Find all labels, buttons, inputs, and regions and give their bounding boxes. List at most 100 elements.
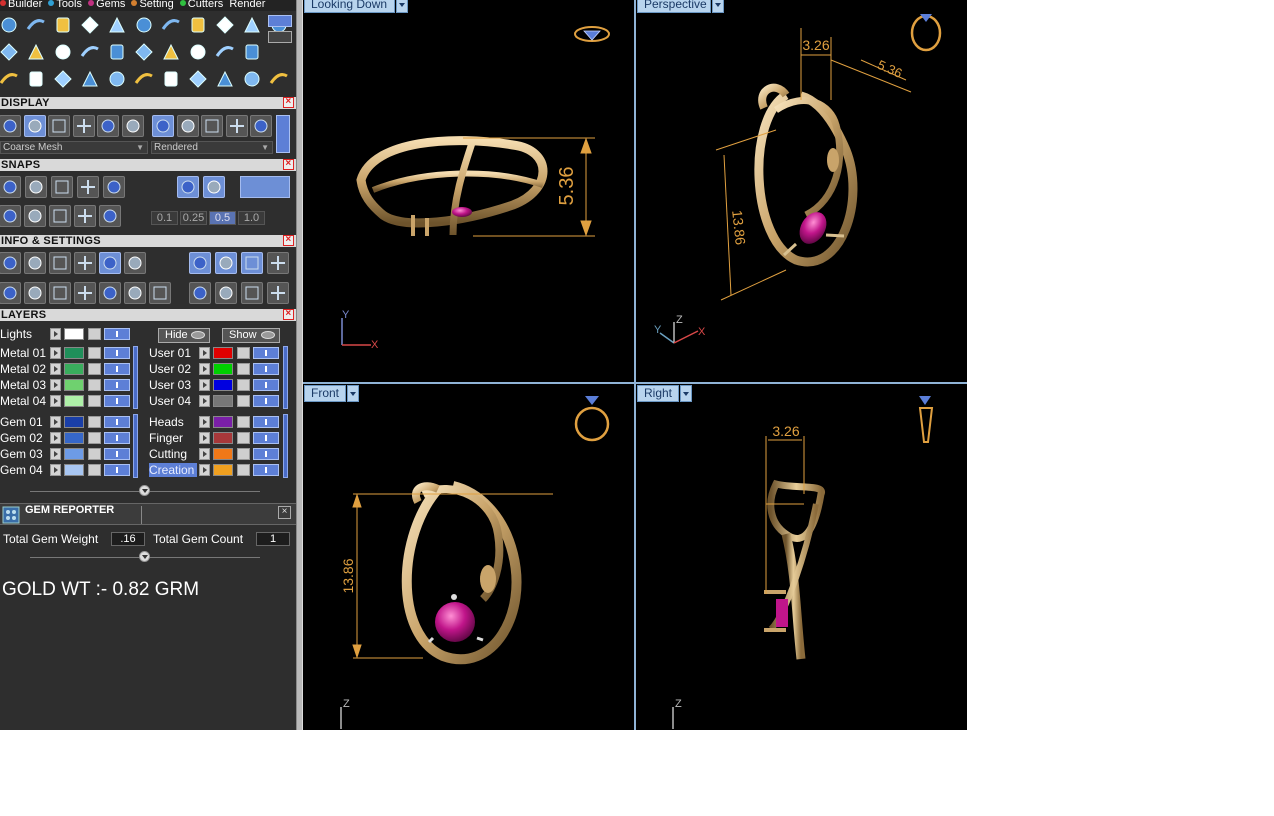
gem-icon[interactable] xyxy=(25,41,47,63)
group-icon[interactable] xyxy=(0,68,20,90)
close-icon[interactable]: × xyxy=(283,235,294,246)
panel-splitter[interactable] xyxy=(296,0,303,730)
lock-icon[interactable] xyxy=(237,363,250,375)
display-mode-2-icon[interactable] xyxy=(23,115,46,137)
info-tool-6-icon[interactable] xyxy=(124,252,146,274)
info-tool-1-icon[interactable] xyxy=(0,252,21,274)
layer-group-bar[interactable] xyxy=(133,414,138,478)
layer-heads[interactable]: Heads xyxy=(149,415,284,429)
layer-creation[interactable]: Creation xyxy=(149,463,284,477)
visibility-toggle[interactable] xyxy=(253,347,279,359)
snap-mode-1-icon[interactable] xyxy=(0,176,21,198)
gem-tool-1-icon[interactable] xyxy=(189,282,211,304)
play-icon[interactable] xyxy=(199,464,210,476)
sweep-icon[interactable] xyxy=(160,68,182,90)
snap-grid-button[interactable] xyxy=(240,176,290,198)
layer-color-swatch[interactable] xyxy=(64,464,84,476)
snap-value-0-25[interactable]: 0.25 xyxy=(180,211,207,225)
layer-group-bar[interactable] xyxy=(283,414,288,478)
layer-user-02[interactable]: User 02 xyxy=(149,362,284,376)
display-mode-1-icon[interactable] xyxy=(0,115,21,137)
play-icon[interactable] xyxy=(199,416,210,428)
shading-mode-3-icon[interactable] xyxy=(201,115,223,137)
lock-icon[interactable] xyxy=(237,395,250,407)
visibility-toggle[interactable] xyxy=(253,432,279,444)
mirror-copy-icon[interactable] xyxy=(214,68,236,90)
visibility-toggle[interactable] xyxy=(104,432,130,444)
info-tool-5-icon[interactable] xyxy=(99,252,121,274)
gem-set-icon[interactable] xyxy=(187,14,209,36)
play-icon[interactable] xyxy=(199,379,210,391)
layer-gem-01[interactable]: Gem 01 xyxy=(0,415,135,429)
snap-value-0-1[interactable]: 0.1 xyxy=(151,211,178,225)
layer-gem-04[interactable]: Gem 04 xyxy=(0,463,135,477)
snap-tool-3-icon[interactable] xyxy=(49,205,71,227)
settings-tool-4-icon[interactable] xyxy=(267,252,289,274)
lock-icon[interactable] xyxy=(88,363,101,375)
gem-tool-4-icon[interactable] xyxy=(267,282,289,304)
rotate-icon[interactable] xyxy=(52,68,74,90)
close-icon[interactable]: × xyxy=(283,309,294,320)
play-icon[interactable] xyxy=(50,363,61,375)
snap-mode-2-icon[interactable] xyxy=(25,176,47,198)
arc-icon[interactable] xyxy=(25,68,47,90)
lock-icon[interactable] xyxy=(88,395,101,407)
play-icon[interactable] xyxy=(50,379,61,391)
snap-line-1-icon[interactable] xyxy=(177,176,199,198)
close-icon[interactable]: × xyxy=(283,97,294,108)
boolean-icon[interactable] xyxy=(241,68,263,90)
play-icon[interactable] xyxy=(50,347,61,359)
layer-color-swatch[interactable] xyxy=(213,347,233,359)
layer-color-swatch[interactable] xyxy=(64,416,84,428)
mesh-quality-select[interactable]: Coarse Mesh ▼ xyxy=(0,141,148,154)
gem-cluster-icon[interactable] xyxy=(133,14,155,36)
twist-icon[interactable] xyxy=(133,41,155,63)
layer-color-swatch[interactable] xyxy=(64,347,84,359)
curve-icon[interactable] xyxy=(0,14,20,36)
lock-icon[interactable] xyxy=(237,432,250,444)
settings-tool-2-icon[interactable] xyxy=(215,252,237,274)
view-toggle-button[interactable] xyxy=(268,15,292,27)
layer-group-bar[interactable] xyxy=(283,346,288,409)
snap-tool-1-icon[interactable] xyxy=(0,205,21,227)
layer-metal-03[interactable]: Metal 03 xyxy=(0,378,135,392)
close-icon[interactable]: × xyxy=(278,506,291,519)
play-icon[interactable] xyxy=(50,448,61,460)
plane-icon[interactable] xyxy=(52,41,74,63)
lock-icon[interactable] xyxy=(88,448,101,460)
lock-icon[interactable] xyxy=(237,379,250,391)
viewport-perspective[interactable]: Perspective 3.26 5.36 13.86 Y Z X xyxy=(636,0,967,382)
info-tool-2-icon[interactable] xyxy=(24,252,46,274)
panel-icon[interactable] xyxy=(106,41,128,63)
analysis-tool-2-icon[interactable] xyxy=(24,282,46,304)
visibility-toggle[interactable] xyxy=(104,363,130,375)
lock-shape-icon[interactable] xyxy=(52,14,74,36)
layer-color-swatch[interactable] xyxy=(64,448,84,460)
play-icon[interactable] xyxy=(50,432,61,444)
pen-icon[interactable] xyxy=(25,14,47,36)
scale-icon[interactable] xyxy=(133,68,155,90)
layer-color-swatch[interactable] xyxy=(64,395,84,407)
info-tool-4-icon[interactable] xyxy=(74,252,96,274)
snap-value-0-5[interactable]: 0.5 xyxy=(209,211,236,225)
menu-builder[interactable]: Builder xyxy=(0,0,42,10)
gem-tool-3-icon[interactable] xyxy=(241,282,263,304)
visibility-toggle[interactable] xyxy=(253,416,279,428)
layer-color-swatch[interactable] xyxy=(213,395,233,407)
layer-color-swatch[interactable] xyxy=(213,363,233,375)
menu-gems[interactable]: Gems xyxy=(88,0,125,10)
bend-icon[interactable] xyxy=(160,41,182,63)
settings-tool-3-icon[interactable] xyxy=(241,252,263,274)
play-icon[interactable] xyxy=(50,328,61,340)
analysis-tool-1-icon[interactable] xyxy=(0,282,21,304)
lock-icon[interactable] xyxy=(237,347,250,359)
play-icon[interactable] xyxy=(199,363,210,375)
layer-metal-02[interactable]: Metal 02 xyxy=(0,362,135,376)
play-icon[interactable] xyxy=(50,464,61,476)
layer-group-bar[interactable] xyxy=(133,346,138,409)
lock-icon[interactable] xyxy=(88,432,101,444)
viewport-looking-down[interactable]: Looking Down 5.36 Y X xyxy=(303,0,634,382)
lock-icon[interactable] xyxy=(88,464,101,476)
layer-color-swatch[interactable] xyxy=(64,379,84,391)
layer-color-swatch[interactable] xyxy=(64,363,84,375)
